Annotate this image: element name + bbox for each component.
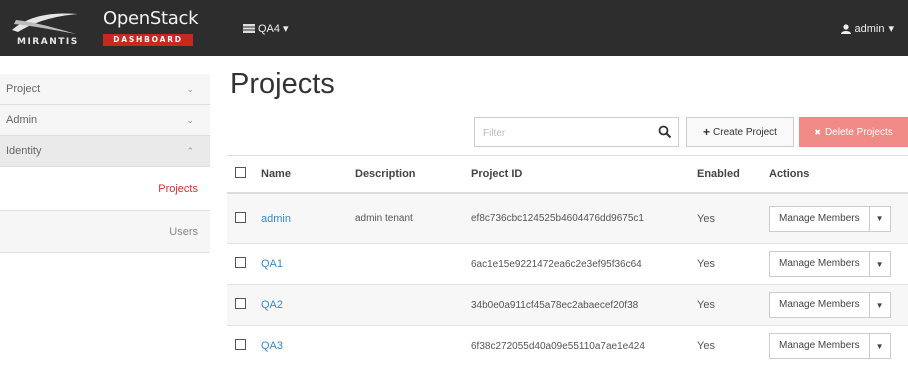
sidebar-section-project[interactable]: Project ⌄ xyxy=(0,74,210,105)
project-id-cell: 34b0e0a911cf45a78ec2abaecef20f38 xyxy=(463,284,689,326)
project-selector[interactable]: QA4 ▾ xyxy=(243,22,289,35)
table-row: QA2 34b0e0a911cf45a78ec2abaecef20f38 Yes… xyxy=(227,284,908,326)
row-select-cell xyxy=(227,192,253,244)
manage-members-group: Manage Members ▼ xyxy=(769,292,891,318)
chevron-down-icon: ▾ xyxy=(888,23,894,35)
row-checkbox[interactable] xyxy=(235,298,246,309)
description-cell xyxy=(347,325,463,366)
enabled-cell: Yes xyxy=(689,325,761,366)
manage-members-button[interactable]: Manage Members xyxy=(770,293,870,317)
top-navbar: MIRANTIS OpenStack DASHBOARD QA4 ▾ admin… xyxy=(0,0,908,56)
table-row: admin admin tenant ef8c736cbc124525b4604… xyxy=(227,192,908,244)
project-id-cell: 6ac1e15e9221472ea6c2e3ef95f36c64 xyxy=(463,243,689,285)
project-name-link[interactable]: QA3 xyxy=(261,340,283,352)
user-icon xyxy=(840,23,851,34)
mirantis-logo-icon xyxy=(12,13,78,34)
name-cell: QA1 xyxy=(253,243,347,285)
project-id-cell: 6f38c272055d40a09e55110a7ae1e424 xyxy=(463,325,689,366)
description-cell xyxy=(347,284,463,326)
name-cell: admin xyxy=(253,192,347,244)
sidebar-section-label: Project xyxy=(6,83,41,95)
chevron-down-icon: ⌄ xyxy=(186,83,194,94)
brand-product: OpenStack xyxy=(103,8,199,29)
table-row: QA3 6f38c272055d40a09e55110a7ae1e424 Yes… xyxy=(227,325,908,366)
search-icon[interactable] xyxy=(658,125,672,139)
enabled-cell: Yes xyxy=(689,284,761,326)
table-row: QA1 6ac1e15e9221472ea6c2e3ef95f36c64 Yes… xyxy=(227,243,908,285)
user-menu[interactable]: admin ▾ xyxy=(840,22,894,35)
actions-cell: Manage Members ▼ xyxy=(761,192,908,244)
project-selector-label: QA4 xyxy=(258,22,281,35)
name-cell: QA3 xyxy=(253,325,347,366)
sidebar: Project ⌄ Admin ⌄ Identity ⌃ Projects Us… xyxy=(0,74,210,253)
name-cell: QA2 xyxy=(253,284,347,326)
create-project-label: Create Project xyxy=(713,126,777,138)
projects-table: Name Description Project ID Enabled Acti… xyxy=(227,155,908,366)
sidebar-section-label: Identity xyxy=(6,145,42,157)
project-name-link[interactable]: QA2 xyxy=(261,299,283,311)
column-header-actions: Actions xyxy=(761,155,908,194)
sidebar-item-projects[interactable]: Projects xyxy=(0,167,210,210)
select-all-checkbox[interactable] xyxy=(235,167,246,178)
manage-members-group: Manage Members ▼ xyxy=(769,205,891,232)
sidebar-section-identity[interactable]: Identity ⌃ xyxy=(0,136,210,167)
chevron-down-icon[interactable]: ▼ xyxy=(870,214,890,223)
filter-box xyxy=(474,117,679,147)
description-cell xyxy=(347,243,463,285)
row-checkbox[interactable] xyxy=(235,257,246,268)
column-header-project-id[interactable]: Project ID xyxy=(463,155,689,194)
actions-cell: Manage Members ▼ xyxy=(761,243,908,285)
select-all-cell xyxy=(227,155,253,194)
chevron-down-icon[interactable]: ▼ xyxy=(870,301,890,310)
row-select-cell xyxy=(227,243,253,285)
project-name-link[interactable]: QA1 xyxy=(261,258,283,270)
manage-members-button[interactable]: Manage Members xyxy=(770,252,870,276)
sidebar-item-label: Projects xyxy=(158,182,198,195)
row-select-cell xyxy=(227,284,253,326)
brand-subtitle: DASHBOARD xyxy=(103,34,193,46)
chevron-up-icon: ⌃ xyxy=(186,145,194,156)
actions-cell: Manage Members ▼ xyxy=(761,284,908,326)
row-select-cell xyxy=(227,325,253,366)
sidebar-section-admin[interactable]: Admin ⌄ xyxy=(0,105,210,136)
sidebar-item-users[interactable]: Users xyxy=(0,210,210,253)
column-header-name[interactable]: Name xyxy=(253,155,347,194)
manage-members-button[interactable]: Manage Members xyxy=(770,206,870,231)
actions-cell: Manage Members ▼ xyxy=(761,325,908,366)
project-name-link[interactable]: admin xyxy=(261,213,291,225)
chevron-down-icon: ⌄ xyxy=(186,114,194,125)
enabled-cell: Yes xyxy=(689,243,761,285)
row-checkbox[interactable] xyxy=(235,211,246,223)
close-icon: ✖ xyxy=(814,127,821,137)
column-header-description[interactable]: Description xyxy=(347,155,463,194)
table-header-row: Name Description Project ID Enabled Acti… xyxy=(227,155,908,194)
column-header-enabled[interactable]: Enabled xyxy=(689,155,761,194)
brand-company: MIRANTIS xyxy=(17,37,79,47)
manage-members-group: Manage Members ▼ xyxy=(769,251,891,277)
chevron-down-icon[interactable]: ▼ xyxy=(870,342,890,351)
row-checkbox[interactable] xyxy=(235,339,246,350)
server-icon xyxy=(243,24,255,33)
manage-members-button[interactable]: Manage Members xyxy=(770,334,870,358)
sidebar-section-label: Admin xyxy=(6,114,38,126)
chevron-down-icon: ▾ xyxy=(283,23,289,35)
page-title: Projects xyxy=(230,68,335,100)
user-menu-label: admin xyxy=(854,22,885,35)
filter-input[interactable] xyxy=(481,119,655,147)
plus-icon: + xyxy=(703,125,711,139)
delete-projects-label: Delete Projects xyxy=(824,126,893,138)
chevron-down-icon[interactable]: ▼ xyxy=(870,260,890,269)
manage-members-group: Manage Members ▼ xyxy=(769,333,891,359)
description-cell: admin tenant xyxy=(347,192,463,244)
delete-projects-button[interactable]: ✖ Delete Projects xyxy=(799,117,908,147)
create-project-button[interactable]: + Create Project xyxy=(686,117,794,147)
project-id-cell: ef8c736cbc124525b4604476dd9675c1 xyxy=(463,192,689,244)
enabled-cell: Yes xyxy=(689,192,761,244)
sidebar-item-label: Users xyxy=(169,225,198,238)
